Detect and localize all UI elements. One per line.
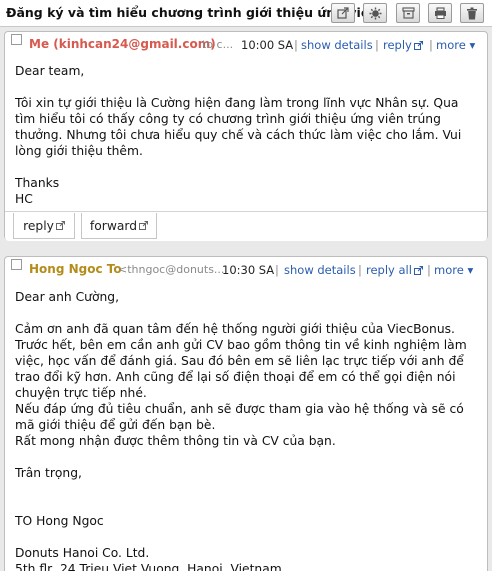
trash-button[interactable] xyxy=(460,3,484,23)
body-blank xyxy=(15,449,467,465)
body-blank xyxy=(15,159,461,175)
forward-button[interactable]: forward xyxy=(81,213,157,239)
more-menu[interactable]: more ▾ xyxy=(434,263,473,277)
message-card: Me (kinhcan24@gmail.com) to c... 10:00 S… xyxy=(4,31,488,241)
body-line: Nếu đáp ứng đủ tiêu chuẩn, anh sẽ được t… xyxy=(15,402,464,416)
body-line: 5th flr, 24 Trieu Viet Vuong, Hanoi, Vie… xyxy=(15,562,282,571)
reply-link-label: reply xyxy=(383,38,412,52)
select-checkbox[interactable] xyxy=(11,34,22,45)
body-line: trao đổi kỹ hơn. Anh cũng để lại số điện… xyxy=(15,370,456,384)
body-line: việc, học vấn để đánh giá. Sau đó bên em… xyxy=(15,354,464,368)
external-window-icon xyxy=(139,221,149,230)
message-card: Hong Ngoc To <thngoc@donuts... 10:30 SA … xyxy=(4,256,488,571)
popout-icon xyxy=(337,7,349,19)
body-line: Trân trọng, xyxy=(15,466,82,480)
reply-button-label: reply xyxy=(23,218,54,233)
popout-button[interactable] xyxy=(331,3,355,23)
separator: | xyxy=(358,263,362,277)
archive-icon xyxy=(401,7,415,19)
select-checkbox[interactable] xyxy=(11,259,22,270)
separator: | xyxy=(429,38,433,52)
body-line: HC xyxy=(15,192,33,206)
body-blank xyxy=(15,305,467,321)
body-line: Trước hết, bên em cần anh gửi CV bao gồm… xyxy=(15,338,467,352)
body-line: tìm hiểu tôi có thấy công ty có chương t… xyxy=(15,112,441,126)
body-blank xyxy=(15,481,467,497)
external-window-icon xyxy=(413,41,423,50)
show-details-link[interactable]: show details xyxy=(284,263,356,277)
forward-button-label: forward xyxy=(89,218,138,233)
separator: | xyxy=(375,38,379,52)
body-blank xyxy=(15,529,467,545)
external-window-icon xyxy=(55,221,65,230)
sender-name[interactable]: Me (kinhcan24@gmail.com) xyxy=(29,37,216,51)
reply-all-link[interactable]: reply all xyxy=(366,263,423,277)
body-line: Dear team, xyxy=(15,64,85,78)
message-body: Dear team, Tôi xin tự giới thiệu là Cườn… xyxy=(15,63,461,207)
separator: | xyxy=(294,38,298,52)
sender-name[interactable]: Hong Ngoc To xyxy=(29,262,122,276)
body-blank xyxy=(15,79,461,95)
body-line: lòng giới thiệu thêm. xyxy=(15,144,143,158)
reply-all-link-label: reply all xyxy=(366,263,412,277)
thread-header: Đăng ký và tìm hiểu chương trình giới th… xyxy=(0,0,492,27)
body-line: chuyện trực tiếp nhé. xyxy=(15,386,147,400)
body-line: Tôi xin tự giới thiệu là Cường hiện đang… xyxy=(15,96,459,110)
message-header[interactable]: Me (kinhcan24@gmail.com) to c... 10:00 S… xyxy=(5,32,487,56)
body-line: Donuts Hanoi Co. Ltd. xyxy=(15,546,150,560)
body-line: Dear anh Cường, xyxy=(15,290,119,304)
message-time: 10:00 SA xyxy=(241,38,294,52)
body-line: thưởng. Nhưng tôi chưa hiểu quy chế và c… xyxy=(15,128,462,142)
print-icon xyxy=(434,7,446,19)
external-window-icon xyxy=(413,266,423,275)
body-line: Rất mong nhận được thêm thông tin và CV … xyxy=(15,434,336,448)
message-body: Dear anh Cường, Cảm ơn anh đã quan tâm đ… xyxy=(15,289,467,571)
recipient-summary: <thngoc@donuts... xyxy=(118,263,225,276)
body-line: Cảm ơn anh đã quan tâm đến hệ thống ngườ… xyxy=(15,322,455,336)
body-line: mã giới thiệu để gửi đến bạn bè. xyxy=(15,418,216,432)
separator: | xyxy=(427,263,431,277)
message-header[interactable]: Hong Ngoc To <thngoc@donuts... 10:30 SA … xyxy=(5,257,487,281)
show-details-link[interactable]: show details xyxy=(301,38,373,52)
archive-button[interactable] xyxy=(396,3,420,23)
body-blank xyxy=(15,497,467,513)
trash-icon xyxy=(467,7,477,19)
settings-icon xyxy=(369,7,381,19)
thread-subject: Đăng ký và tìm hiểu chương trình giới th… xyxy=(6,5,379,20)
more-menu[interactable]: more ▾ xyxy=(436,38,475,52)
message-time: 10:30 SA xyxy=(222,263,275,277)
settings-button[interactable] xyxy=(363,3,387,23)
reply-link[interactable]: reply xyxy=(383,38,423,52)
reply-button[interactable]: reply xyxy=(13,213,75,239)
body-line: TO Hong Ngoc xyxy=(15,514,104,528)
message-actions: reply forward xyxy=(5,211,487,241)
print-button[interactable] xyxy=(428,3,452,23)
body-line: Thanks xyxy=(15,176,60,190)
separator: | xyxy=(275,263,279,277)
recipient-summary: to c... xyxy=(202,38,234,51)
